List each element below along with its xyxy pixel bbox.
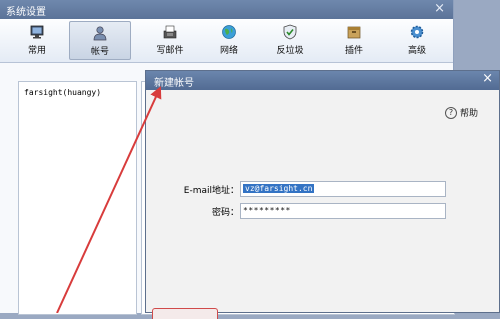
account-list[interactable]: farsight(huangy) [18,81,137,315]
compose-icon [163,25,177,39]
dialog-body: ? 帮助 E-mail地址： vz@farsight.cn 密码： ******… [147,90,498,319]
tab-general[interactable]: 常用 [6,21,68,60]
tab-advanced[interactable]: 高级 [386,21,448,60]
new-account-dialog: 新建帐号 × ? 帮助 E-mail地址： vz@farsight.cn 密码：… [145,70,500,319]
user-icon [93,26,107,41]
settings-titlebar: 系统设置 × [0,0,453,19]
tab-compose-label: 写邮件 [156,46,184,56]
dialog-titlebar: 新建帐号 × [146,71,499,90]
tab-account[interactable]: 帐号 [69,21,131,60]
tab-network[interactable]: 网络 [198,21,260,60]
dialog-title: 新建帐号 [154,78,194,89]
tab-compose[interactable]: 写邮件 [139,21,201,60]
dialog-next-button[interactable] [152,308,218,319]
gear-icon [410,25,424,39]
tab-plugin-label: 插件 [344,46,363,56]
password-row: 密码： ********* [147,203,498,219]
settings-toolbar: 常用 帐号 写邮件 网络 反垃圾 插件 高级 [0,19,453,63]
email-row: E-mail地址： vz@farsight.cn [147,181,498,197]
globe-icon [222,25,236,39]
password-label: 密码： [211,208,239,218]
help-icon: ? [444,106,457,119]
shield-icon [283,24,297,40]
tab-account-label: 帐号 [90,47,109,57]
help-label: 帮助 [459,109,478,119]
help-link[interactable]: ? 帮助 [444,106,478,119]
tab-plugin[interactable]: 插件 [323,21,385,60]
tab-network-label: 网络 [219,46,238,56]
settings-window-title: 系统设置 [6,7,46,18]
tab-antispam[interactable]: 反垃圾 [259,21,321,60]
settings-close-button[interactable]: × [434,1,445,16]
account-list-item[interactable]: farsight(huangy) [24,88,101,97]
tab-advanced-label: 高级 [407,46,426,56]
password-value: ********* [243,206,291,215]
monitor-icon [30,25,44,39]
tab-general-label: 常用 [27,46,46,56]
tab-antispam-label: 反垃圾 [276,46,304,56]
plugin-icon [347,26,361,39]
email-field[interactable]: vz@farsight.cn [240,181,446,197]
email-value: vz@farsight.cn [243,184,315,193]
email-label: E-mail地址： [183,186,239,196]
password-field[interactable]: ********* [240,203,446,219]
dialog-close-button[interactable]: × [482,71,493,86]
